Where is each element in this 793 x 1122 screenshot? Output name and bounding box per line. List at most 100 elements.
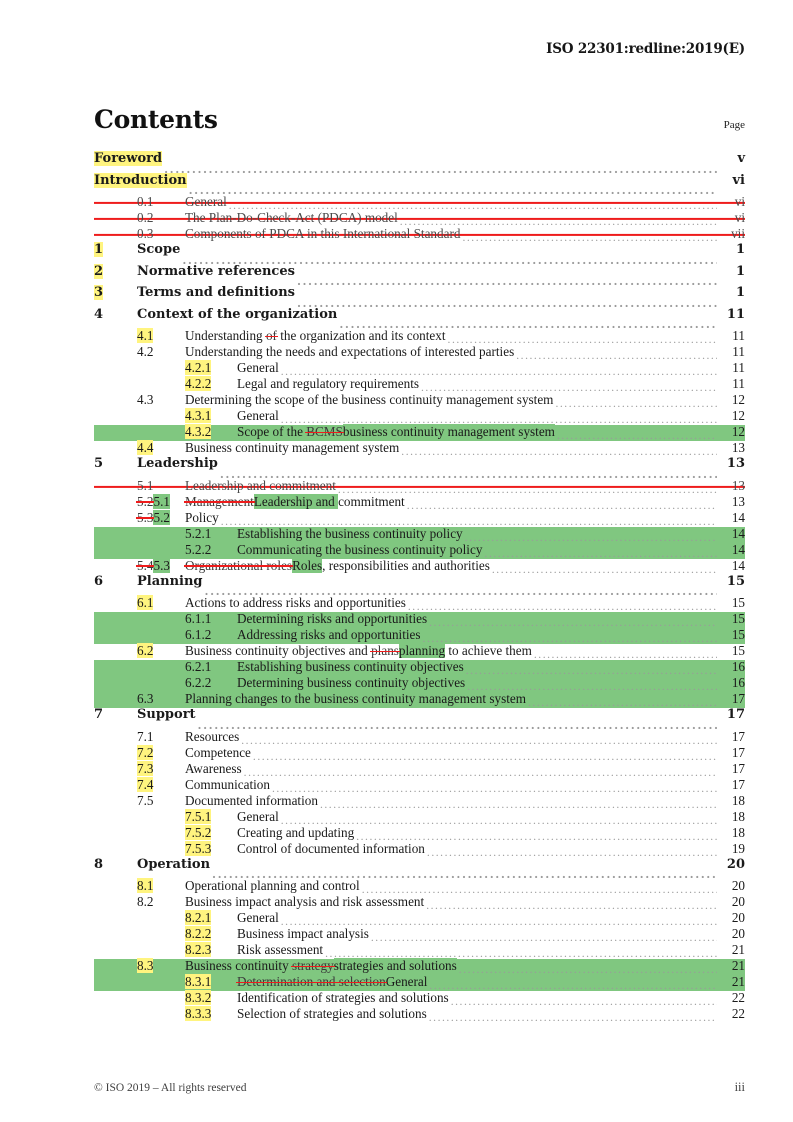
toc-entry[interactable]: 1 Scope 1 [94, 242, 745, 265]
toc-entry[interactable]: 8.1 Operational planning and control 20 [94, 878, 745, 895]
highlighted-number: 8.2.3 [185, 942, 212, 957]
toc-entry[interactable]: 5.2.2 Communicating the business continui… [94, 542, 745, 559]
toc-entry[interactable]: 5.1 Leadership and commitment 13 [94, 478, 745, 495]
toc-entry[interactable]: 8.3.2 Identification of strategies and so… [94, 990, 745, 1007]
dot-leader [429, 1012, 717, 1023]
toc-entry[interactable]: 5.45.3 Organizational rolesRoles, respons… [94, 557, 745, 575]
toc-entry[interactable]: 2 Normative references 1 [94, 263, 745, 286]
highlighted-number: 4.1 [137, 328, 154, 343]
toc-entry[interactable]: 4.2 Understanding the needs and expectati… [94, 345, 745, 361]
toc-entry[interactable]: 6.1.1 Determining risks and opportunities… [94, 612, 745, 628]
toc-entry-page: 11 [732, 360, 745, 375]
toc-entry-page: 11 [732, 344, 745, 359]
toc-entry-page: 13 [731, 493, 745, 509]
toc-entry[interactable]: 7 Support 17 [94, 708, 745, 730]
toc-entry[interactable]: 7.1 Resources 17 [94, 728, 745, 745]
toc-entry-page: 14 [731, 509, 745, 525]
toc-entry[interactable]: 6.2 Business continuity objectives and pl… [94, 643, 745, 660]
toc-entry[interactable]: 0.3 Components of PDCA in this Internatio… [94, 227, 745, 243]
deleted-text: of [265, 328, 277, 343]
toc-entry[interactable]: 6.1.2 Addressing risks and opportunities 1… [94, 628, 745, 644]
toc-entry[interactable]: 8.3 Business continuity strategystrategie… [94, 958, 745, 975]
dot-leader [371, 932, 717, 943]
toc-entry[interactable]: 7.2 Competence 17 [94, 744, 745, 762]
toc-entry-page: 21 [731, 974, 745, 989]
toc-entry-number: 7 [94, 707, 104, 722]
toc-entry[interactable]: 8.3.1 Determination and selectionGeneral 2… [94, 974, 745, 991]
toc-entry[interactable]: 3 Terms and definitions 1 [94, 285, 745, 308]
toc-entry[interactable]: 8.2.3 Risk assessment 21 [94, 942, 745, 959]
toc-entry[interactable]: 7.5 Documented information 18 [94, 792, 745, 809]
toc-entry[interactable]: 5.25.1 ManagementLeadership and commitmen… [94, 493, 745, 511]
toc-entry-number: 8.3.3 [185, 1006, 237, 1021]
entry-text: to achieve them [445, 643, 532, 658]
toc-entry[interactable]: 4.3.1 General 12 [94, 408, 745, 425]
toc-entry[interactable]: 8.2 Business impact analysis and risk ass… [94, 895, 745, 911]
toc-entry[interactable]: 6.1 Actions to address risks and opportun… [94, 595, 745, 612]
toc-entry[interactable]: 4.4 Business continuity management system… [94, 440, 745, 457]
toc-entry-number: 5 [94, 456, 104, 471]
toc-entry-number: 5.2.1 [185, 525, 212, 541]
toc-entry[interactable]: 5.35.2Policy14 [94, 509, 745, 527]
toc-entry-number: 8.2.2 [185, 926, 237, 941]
toc-entry[interactable]: 7.4 Communication 17 [94, 776, 745, 794]
toc-entry[interactable]: 8 Operation 20 [94, 858, 745, 880]
toc-entry[interactable]: 4.2.2 Legal and regulatory requirements 11 [94, 376, 745, 393]
entry-text: Understanding [185, 328, 266, 343]
highlighted-title: Foreword [94, 151, 163, 166]
toc-entry-number: 6.2.2 [185, 675, 212, 690]
toc-entry-title: Planning changes to the business continu… [185, 691, 526, 706]
toc-entry-number: 6.1.2 [185, 627, 212, 642]
toc-entry-page: vi [734, 194, 745, 209]
highlighted-number: 6.1 [137, 595, 154, 610]
toc-entry[interactable]: 5.2.1 Establishing the business continuit… [94, 525, 745, 543]
toc-entry[interactable]: 4.1 Understanding of the organization and… [94, 328, 745, 345]
entry-text: commitment [338, 493, 405, 509]
toc-entry[interactable]: 0.1 General vi [94, 195, 745, 211]
toc-entry-title: The Plan-Do-Check-Act (PDCA) model [185, 210, 398, 225]
toc-entry[interactable]: 4.3.2 Scope of the BCMSbusiness continuit… [94, 424, 745, 441]
highlighted-number: 4.4 [137, 440, 154, 455]
toc-entry[interactable]: 4.3 Determining the scope of the business… [94, 393, 745, 409]
toc-entry-number: 5.45.3 [137, 557, 185, 573]
toc-entry-page: 21 [731, 942, 745, 957]
toc-entry-title: Scope [137, 242, 181, 257]
toc-entry-number: 8 [94, 856, 104, 872]
toc-entry-title: Risk assessment [237, 942, 324, 957]
toc-entry-page: 14 [731, 557, 745, 573]
toc-entry[interactable]: 4.2.1 General 11 [94, 360, 745, 377]
toc-entry-number: 4.4 [137, 440, 185, 455]
toc-entry[interactable]: 8.3.3 Selection of strategies and solutio… [94, 1006, 745, 1023]
toc-entry[interactable]: 8.2.2 Business impact analysis 20 [94, 926, 745, 943]
toc-entry-number: 3 [94, 285, 137, 300]
toc-entry[interactable]: 6 Planning 15 [94, 575, 745, 597]
toc-entry-page: 13 [726, 456, 745, 471]
toc-entry-title: Determining the scope of the business co… [185, 392, 554, 407]
toc-entry[interactable]: Introduction vi [94, 172, 746, 195]
dot-leader [534, 649, 717, 660]
toc-entry[interactable]: 4 Context of the organization 11 [94, 308, 745, 330]
toc-entry-page: 20 [731, 926, 745, 941]
toc-entry[interactable]: 8.2.1 General 20 [94, 910, 745, 927]
toc-entry-title: Understanding of the organization and it… [185, 329, 446, 342]
toc-entry-title: Identification of strategies and solutio… [237, 990, 449, 1005]
toc-entry[interactable]: 7.5.2 Creating and updating 18 [94, 824, 745, 842]
toc-entry[interactable]: Foreword v [94, 151, 745, 174]
highlighted-number: 1 [94, 242, 104, 257]
toc-entry[interactable]: 6.3 Planning changes to the business cont… [94, 692, 745, 708]
toc-entry-page: 18 [731, 824, 745, 840]
toc-entry[interactable]: 6.2.1 Establishing business continuity ob… [94, 660, 745, 676]
toc-entry[interactable]: 7.5.3 Control of documented information 19 [94, 840, 745, 858]
toc-entry-title: Documented information [185, 792, 318, 808]
dot-leader [189, 184, 717, 195]
toc-entry[interactable]: 7.5.1 General 18 [94, 808, 745, 826]
toc-entry-number: 7.5.2 [185, 824, 237, 840]
highlighted-number: 8.1 [137, 878, 154, 893]
toc-entry[interactable]: 7.3 Awareness 17 [94, 760, 745, 778]
toc-entry[interactable]: 5 Leadership 13 [94, 457, 745, 479]
toc-entry[interactable]: 0.2 The Plan-Do-Check-Act (PDCA) model vi [94, 211, 745, 227]
toc-entry-page: vi [732, 172, 746, 188]
toc-entry[interactable]: 6.2.2 Determining business continuity obj… [94, 676, 745, 692]
toc-entry-number: 8.2 [137, 894, 154, 909]
toc-entry-title: Resources [185, 728, 240, 744]
